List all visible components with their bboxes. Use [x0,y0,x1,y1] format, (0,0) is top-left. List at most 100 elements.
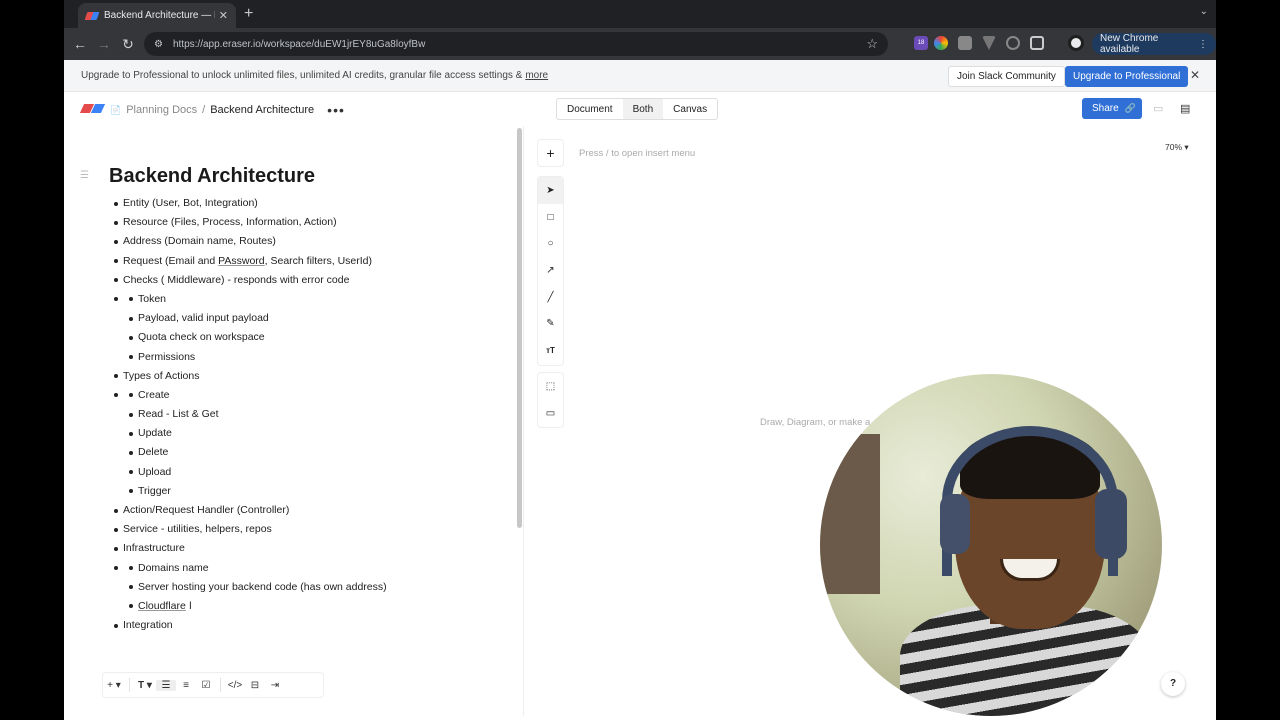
sublist-infrastructure: Domains name Server hosting your backend… [123,559,387,617]
banner-more-link[interactable]: more [525,70,548,81]
screen: Backend Architecture — Eraser ✕ + ⌄ ← → … [64,0,1216,720]
profile-avatar[interactable] [1068,35,1084,51]
frame-select-icon[interactable]: ⬚ [538,373,563,400]
blocked-extension-icon[interactable] [1006,36,1020,50]
sub-list-item[interactable]: Quota check on workspace [123,328,387,347]
list-item[interactable]: Checks ( Middleware) - responds with err… [109,271,387,290]
canvas-secondary-toolbar: ⬚ ▭ [537,372,564,428]
callout-icon[interactable]: ⊟ [245,680,265,691]
sub-list-item[interactable]: Token [123,290,387,309]
insert-plus-icon[interactable]: + ▾ [103,680,125,691]
bullet-list-icon[interactable]: ☰ [156,679,176,691]
sub-list-item[interactable]: Update [123,424,387,443]
view-canvas-tab[interactable]: Canvas [663,99,717,119]
sub-list-item[interactable]: Delete [123,443,387,462]
bookmark-star-icon[interactable]: ☆ [866,36,878,52]
tab-search-chevron-icon[interactable]: ⌄ [1200,6,1208,17]
draw-hint: Draw, Diagram, or make a [760,417,871,428]
reload-icon[interactable]: ↻ [116,36,140,53]
new-chrome-available-button[interactable]: New Chrome available ⋮ [1092,33,1216,55]
screenshot-extension-icon[interactable] [958,36,972,50]
close-tab-icon[interactable]: ✕ [219,9,228,22]
new-tab-icon[interactable]: + [244,5,253,23]
rectangle-icon[interactable]: □ [538,204,563,231]
sub-list-item[interactable]: Cloudflare I [123,597,387,616]
folder-doc-icon: 📄 [110,104,122,115]
line-icon[interactable]: ╱ [538,284,563,311]
join-slack-button[interactable]: Join Slack Community [948,66,1065,87]
list-item[interactable]: Types of Actions [109,367,387,386]
indent-icon[interactable]: ⇥ [265,680,285,691]
ellipse-icon[interactable]: ○ [538,230,563,257]
numbered-list-icon[interactable]: ≡ [176,680,196,691]
list-item[interactable]: Address (Domain name, Routes) [109,232,387,251]
sub-list-item[interactable]: Trigger [123,482,387,501]
eraser-favicon-icon [84,11,100,20]
new-chrome-label: New Chrome available [1100,33,1159,55]
site-settings-icon[interactable]: ⚙ [154,39,163,50]
sublist-container: Domains name Server hosting your backend… [109,559,387,617]
document-title[interactable]: Backend Architecture [109,165,315,188]
sub-list-item[interactable]: Payload, valid input payload [123,309,387,328]
view-document-tab[interactable]: Document [557,99,623,119]
plus-icon[interactable]: + [538,140,563,167]
divider [220,678,221,692]
link-icon[interactable]: 🔗 [1125,103,1136,114]
arrow-icon[interactable]: ↗ [538,257,563,284]
text-tool-icon[interactable]: ᴛT [538,337,563,364]
code-block-icon[interactable]: </> [225,680,245,691]
more-options-icon[interactable]: ••• [327,102,345,118]
sub-list-item[interactable]: Read - List & Get [123,405,387,424]
share-button[interactable]: Share 🔗 [1082,98,1142,119]
list-item[interactable]: Request (Email and PAssword, Search filt… [109,252,387,271]
view-switcher: Document Both Canvas [556,98,719,120]
sub-list-item[interactable]: Create [123,386,387,405]
divider [129,678,130,692]
breadcrumb-separator: / [202,104,206,116]
sub-list-item[interactable]: Domains name [123,559,387,578]
vue-extension-icon[interactable] [982,36,996,50]
browser-toolbar: ← → ↻ ⚙ https://app.eraser.io/workspace/… [64,28,1216,60]
breadcrumb-current[interactable]: Backend Architecture [210,104,314,116]
checklist-icon[interactable]: ☑ [196,680,216,691]
color-picker-extension-icon[interactable] [934,36,948,50]
comment-icon[interactable]: ▭ [1153,102,1163,115]
browser-tabstrip: Backend Architecture — Eraser ✕ + ⌄ [64,0,1216,28]
extension-badge-icon[interactable]: 18 [914,36,928,50]
document-scrollbar[interactable] [517,128,522,528]
panel-toggle-icon[interactable]: ▤ [1180,102,1190,115]
back-arrow-icon[interactable]: ← [68,36,92,52]
text-style-icon[interactable]: T ▾ [134,680,156,691]
breadcrumb-parent[interactable]: Planning Docs [126,104,197,116]
list-item[interactable]: Infrastructure [109,539,387,558]
zoom-level[interactable]: 70% ▾ [1165,142,1189,153]
help-button[interactable]: ? [1161,672,1185,696]
sub-list-item[interactable]: Upload [123,463,387,482]
share-label: Share [1092,103,1119,114]
pencil-icon[interactable]: ✎ [538,310,563,337]
url-text: https://app.eraser.io/workspace/duEW1jrE… [172,38,426,50]
outline-icon[interactable]: ☰ [80,170,89,181]
browser-tab[interactable]: Backend Architecture — Eraser ✕ [78,3,236,28]
comment-tool-icon[interactable]: ▭ [538,400,563,427]
insert-hint: Press / to open insert menu [579,148,696,159]
sub-list-item[interactable]: Server hosting your backend code (has ow… [123,578,387,597]
upgrade-button[interactable]: Upgrade to Professional [1065,66,1189,87]
zoom-value: 70% [1165,142,1183,152]
list-item[interactable]: Service - utilities, helpers, repos [109,520,387,539]
list-item[interactable]: Integration [109,616,387,635]
list-item[interactable]: Entity (User, Bot, Integration) [109,194,387,213]
headset-earpad-left [940,494,970,554]
forward-arrow-icon[interactable]: → [92,36,116,52]
sub-list-item[interactable]: Permissions [123,348,387,367]
eraser-logo-icon[interactable] [79,104,106,113]
banner-text: Upgrade to Professional to unlock unlimi… [81,70,523,81]
view-both-tab[interactable]: Both [622,99,664,119]
webcam-background [820,434,880,594]
list-item[interactable]: Action/Request Handler (Controller) [109,501,387,520]
address-bar[interactable]: ⚙ https://app.eraser.io/workspace/duEW1j… [144,32,888,56]
extensions-puzzle-icon[interactable] [1030,36,1044,50]
pointer-icon[interactable]: ➤ [538,177,563,204]
list-item[interactable]: Resource (Files, Process, Information, A… [109,213,387,232]
close-icon[interactable]: ✕ [1190,68,1200,82]
